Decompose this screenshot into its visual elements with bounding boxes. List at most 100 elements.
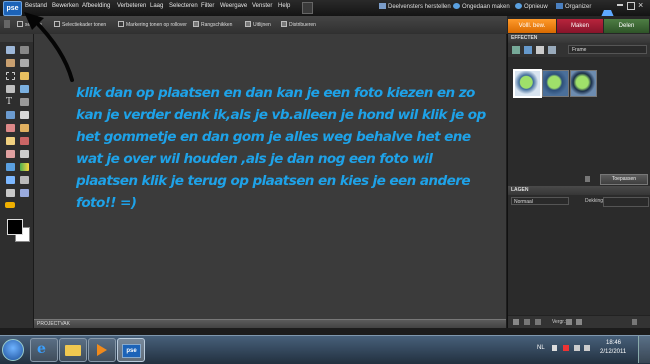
eraser-icon[interactable] [6,137,15,145]
shape-tool-icon[interactable] [6,176,15,184]
restore-panels-button[interactable]: Deelvensters herstellen [379,3,451,10]
filters-icon[interactable] [512,46,520,54]
sponge-icon[interactable] [6,189,15,197]
tab-full-edit[interactable]: Volll. bew. [508,19,556,33]
clone-stamp-icon[interactable] [20,124,29,132]
crop-tool-icon[interactable] [20,98,29,106]
all-effects-icon[interactable] [548,46,556,54]
opacity-field[interactable] [603,197,649,207]
play-icon [97,344,107,356]
new-layer-icon[interactable] [513,319,519,325]
lock-transparent-icon[interactable] [566,319,572,325]
tray-arrow-icon[interactable] [552,345,557,351]
layers-panel-header[interactable]: LAGEN [508,186,650,195]
layers-panel: LAGEN Normaal Dekking: [508,186,650,207]
foreground-color-front [7,219,23,235]
brush-icon[interactable] [20,137,29,145]
red-eye-icon[interactable] [20,111,29,119]
handwritten-message: klik dan op plaatsen en dan kan je een f… [76,85,486,211]
adjustment-layer-icon[interactable] [524,319,530,325]
menu-weergave[interactable]: Weergave [220,3,247,9]
hand-tool-icon[interactable] [6,59,15,67]
effect-thumbnail[interactable] [513,69,542,98]
quick-select-icon[interactable] [20,85,29,93]
cookie-cutter-icon[interactable] [5,202,15,208]
menu-venster[interactable]: Venster [252,3,272,9]
annotation-arrow [24,12,74,82]
effects-panel-header[interactable]: EFFECTEN [508,34,650,43]
effect-thumbnail[interactable] [570,70,597,97]
blend-mode-dropdown[interactable]: Normaal [511,197,569,205]
language-indicator[interactable]: NL [537,345,545,351]
status-strip [0,328,650,335]
align-button[interactable]: Uitlijnen [245,21,271,28]
distribute-button[interactable]: Distribueren [281,21,316,28]
menu-afbeelding[interactable]: Afbeelding [82,3,110,9]
healing-brush-icon[interactable] [6,124,15,132]
highlight-rollover-checkbox[interactable]: Markering tonen op rollover [118,21,187,28]
pse-icon: pse [122,344,141,358]
tab-create[interactable]: Maken [557,19,603,33]
type-tool-icon[interactable]: T [6,97,12,107]
smart-brush-icon[interactable] [6,150,15,158]
menu-bar: pse Bestand Bewerken Afbeelding Verbeter… [0,0,650,17]
taskbar: e pse NL 18:46 2/12/2011 [0,335,650,364]
undo-button[interactable]: Ongedaan maken [453,3,510,10]
move-tool-icon[interactable] [6,46,15,54]
home-icon[interactable] [601,3,614,17]
recompose-icon[interactable] [6,111,15,119]
layers-footer: Vergr.: [508,315,650,329]
menu-laag[interactable]: Laag [150,3,163,9]
redo-icon [515,3,522,9]
taskbar-photoshop-elements[interactable]: pse [117,338,145,362]
clock-time[interactable]: 18:46 [606,340,621,346]
effects-toolbar: Frame [508,43,650,57]
lock-all-icon[interactable] [576,319,582,325]
network-icon[interactable] [574,345,580,351]
start-button[interactable] [2,339,24,361]
menu-filter[interactable]: Filter [201,3,214,9]
arrange-button[interactable]: Rangschikken [193,21,232,28]
taskbar-ie[interactable]: e [30,338,58,362]
undo-icon [453,3,460,9]
ie-icon: e [37,341,46,357]
tab-share[interactable]: Delen [604,19,649,33]
photo-effects-icon[interactable] [536,46,544,54]
lock-label: Vergr.: [552,319,567,325]
dropdown-icon[interactable] [302,2,313,14]
minimize-icon[interactable] [617,4,623,6]
redo-button[interactable]: Opnieuw [515,3,548,10]
flag-icon[interactable] [563,345,569,351]
menu-selecteren[interactable]: Selecteren [169,3,198,9]
close-icon[interactable]: × [638,0,643,10]
menu-verbeteren[interactable]: Verbeteren [117,3,146,9]
volume-icon[interactable] [584,345,590,351]
panel-bin: EFFECTEN Frame Toepassen LAGEN Normaal D… [507,34,650,329]
blur-tool-icon[interactable] [20,176,29,184]
organizer-icon [556,3,563,9]
panels-icon [379,3,386,9]
paint-bucket-icon[interactable] [6,163,15,171]
tool-preset-icon[interactable] [4,20,10,28]
link-layers-icon[interactable] [535,319,541,325]
magic-wand-icon[interactable] [6,85,15,93]
taskbar-media-player[interactable] [88,338,116,362]
gradient-icon[interactable] [20,163,29,171]
show-desktop-button[interactable] [638,336,650,363]
taskbar-explorer[interactable] [59,338,87,362]
opacity-label: Dekking: [585,198,605,204]
trash-icon[interactable] [585,176,590,182]
layer-styles-icon[interactable] [524,46,532,54]
effect-thumbnail[interactable] [542,70,569,97]
marquee-icon[interactable] [6,72,15,80]
organizer-button[interactable]: Organizer [556,3,591,10]
clock-date[interactable]: 2/12/2011 [600,349,626,355]
apply-button[interactable]: Toepassen [600,174,648,185]
menu-help[interactable]: Help [278,3,290,9]
delete-layer-icon[interactable] [632,319,637,325]
folder-icon [65,345,81,356]
straighten-icon[interactable] [20,189,29,197]
effects-category-dropdown[interactable]: Frame [568,45,647,54]
maximize-icon[interactable] [627,2,635,10]
pencil-icon[interactable] [20,150,29,158]
